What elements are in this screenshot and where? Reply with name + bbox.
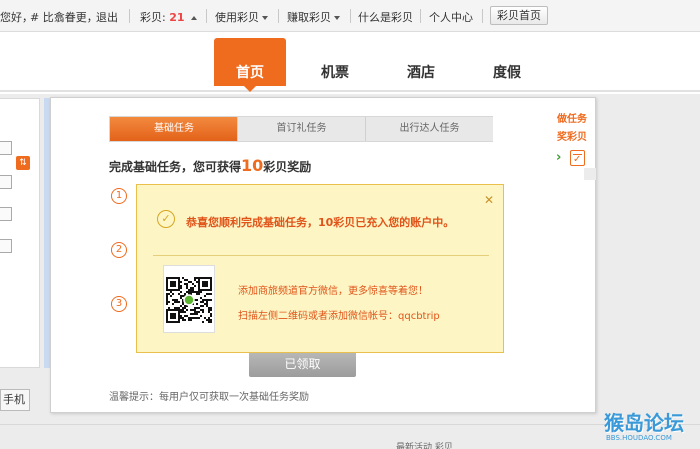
tip-text: 温馨提示：每用户仅可获取一次基础任务奖励 — [109, 392, 309, 403]
popup-divider — [153, 255, 489, 256]
nav-tab-hotels[interactable]: 酒店 — [385, 38, 457, 86]
personal-center-link[interactable]: 个人中心 — [429, 9, 473, 25]
checklist-icon[interactable] — [570, 150, 585, 166]
headline-suffix: 彩贝奖励 — [263, 160, 312, 174]
watermark-url: BBS.HOUDAO.COM — [606, 434, 672, 442]
footer-text: 最新活动 彩贝 — [396, 443, 453, 449]
step-number: 1 — [111, 188, 127, 204]
use-coins-menu[interactable]: 使用彩贝 — [215, 9, 268, 25]
qr-code-image — [166, 277, 212, 323]
coins-widget[interactable]: 彩贝: 21 — [140, 9, 198, 25]
success-popup: ✕ ✓ 恭喜您顺利完成基础任务，10彩贝已充入您的账户中。 添加商旅频道官方微信… — [136, 184, 504, 353]
divider — [420, 9, 421, 23]
step-number: 3 — [111, 296, 127, 312]
greeting-text: 您好， — [0, 11, 33, 24]
chevron-down-icon — [262, 16, 268, 20]
popup-wechat-promo: 添加商旅频道官方微信，更多惊喜等着您！ — [238, 286, 428, 297]
calendar-icon[interactable] — [0, 239, 12, 253]
task-tabs: 基础任务 首订礼任务 出行达人任务 — [109, 116, 493, 142]
main-nav: 首页 机票 酒店 度假 — [0, 32, 700, 92]
popup-message: 恭喜您顺利完成基础任务，10彩贝已充入您的账户中。 — [186, 216, 455, 229]
logout-link[interactable]: 退出 — [96, 9, 118, 25]
claimed-button[interactable]: 已领取 — [249, 351, 356, 377]
step-number: 2 — [111, 242, 127, 258]
divider — [482, 9, 483, 23]
coins-home-button[interactable]: 彩贝首页 — [490, 6, 548, 25]
close-icon[interactable]: ✕ — [484, 194, 494, 206]
headline-number: 10 — [241, 156, 264, 175]
caret-up-icon — [191, 16, 198, 20]
tab-first-order-task[interactable]: 首订礼任务 — [237, 117, 365, 141]
nav-tab-flights[interactable]: 机票 — [299, 38, 371, 86]
left-search-panel: ⇅ — [0, 98, 40, 368]
coins-value: 21 — [169, 11, 185, 24]
phone-button[interactable]: 手机 — [0, 389, 30, 411]
use-coins-label: 使用彩贝 — [215, 11, 259, 24]
chevron-down-icon — [334, 16, 340, 20]
headline-prefix: 完成基础任务，您可获得 — [109, 160, 242, 174]
qr-code — [163, 265, 215, 333]
popup-wechat-account: 扫描左侧二维码或者添加微信帐号：qqcbtrip — [238, 311, 440, 322]
divider — [129, 9, 130, 23]
what-is-coins-link[interactable]: 什么是彩贝 — [358, 9, 413, 25]
side-reward-link[interactable]: 奖彩贝 — [557, 128, 587, 143]
check-circle-icon: ✓ — [157, 210, 175, 228]
nav-tab-vacation[interactable]: 度假 — [471, 38, 543, 86]
calendar-icon[interactable] — [0, 175, 12, 189]
panel-fold — [584, 168, 596, 180]
footer-divider — [0, 424, 700, 425]
divider — [350, 9, 351, 23]
top-bar: 您好， # 比翕眷更， 退出 彩贝: 21 使用彩贝 赚取彩贝 什么是彩贝 个人… — [0, 0, 700, 32]
earn-coins-label: 赚取彩贝 — [287, 11, 331, 24]
calendar-icon[interactable] — [0, 207, 12, 221]
nav-tab-home[interactable]: 首页 — [214, 38, 286, 92]
side-do-task-link[interactable]: 做任务 — [557, 110, 587, 125]
swap-icon[interactable]: ⇅ — [16, 156, 30, 170]
earn-coins-menu[interactable]: 赚取彩贝 — [287, 9, 340, 25]
task-headline: 完成基础任务，您可获得10彩贝奖励 — [109, 156, 311, 175]
calendar-icon[interactable] — [0, 141, 12, 155]
watermark-title: 猴岛论坛 — [604, 411, 684, 435]
tab-traveler-task[interactable]: 出行达人任务 — [365, 117, 493, 141]
divider — [278, 9, 279, 23]
coins-label: 彩贝: — [140, 11, 166, 24]
tab-basic-task[interactable]: 基础任务 — [110, 117, 238, 141]
username-text: # 比翕眷更， — [30, 11, 98, 24]
watermark-logo: 猴岛论坛 BBS.HOUDAO.COM — [604, 407, 696, 445]
chevron-right-icon[interactable]: › — [556, 150, 561, 165]
divider — [206, 9, 207, 23]
